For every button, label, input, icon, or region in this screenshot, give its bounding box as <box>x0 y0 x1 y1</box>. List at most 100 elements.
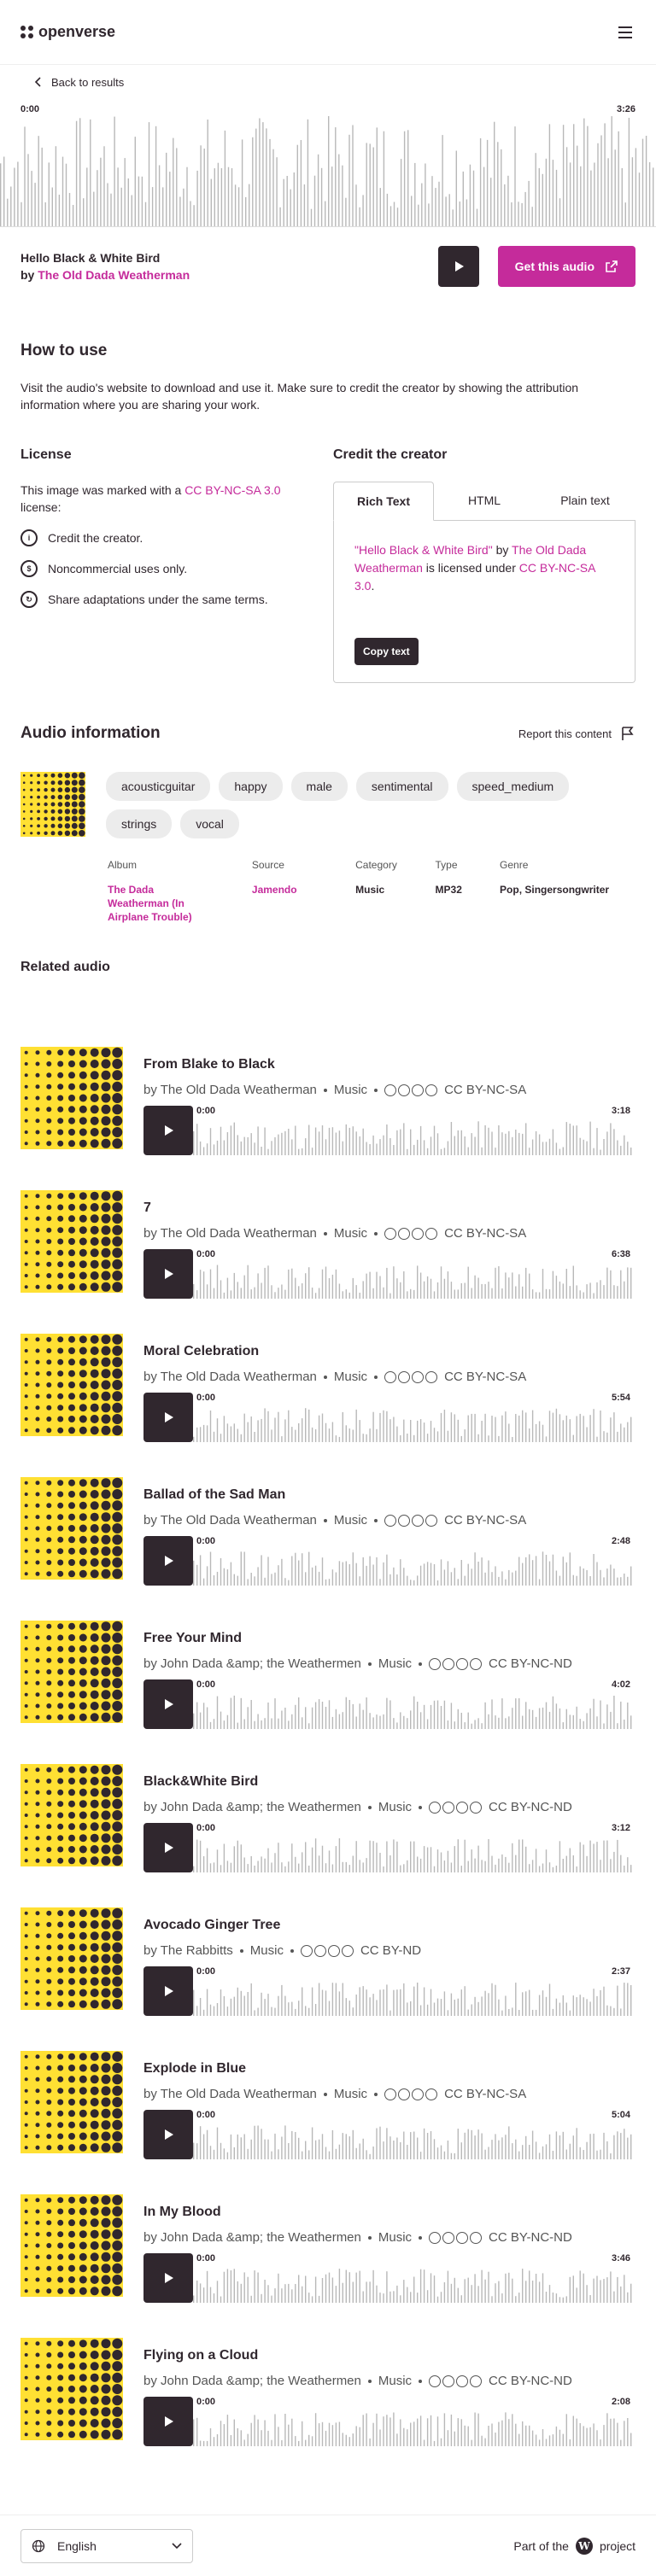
related-title[interactable]: Free Your Mind <box>144 1631 636 1646</box>
thumbnail-dot <box>101 1621 111 1632</box>
openverse-logo[interactable]: openverse <box>20 23 115 41</box>
play-button[interactable] <box>144 1536 193 1586</box>
related-title[interactable]: In My Blood <box>144 2205 636 2220</box>
tag-chip[interactable]: male <box>290 772 348 801</box>
play-button[interactable] <box>144 1823 193 1872</box>
play-button[interactable] <box>144 2397 193 2446</box>
related-audio-item[interactable]: In My Blood by John Dada &amp; the Weathe… <box>0 2194 656 2303</box>
play-button[interactable] <box>144 2110 193 2159</box>
related-title[interactable]: Ballad of the Sad Man <box>144 1487 636 1503</box>
tag-chip[interactable]: vocal <box>180 809 239 838</box>
play-button[interactable] <box>144 2253 193 2303</box>
thumbnail-dot <box>112 2206 123 2217</box>
tab-html[interactable]: HTML <box>434 482 535 520</box>
meta-value[interactable]: The Dada Weatherman (In Airplane Trouble… <box>108 883 210 924</box>
tag-chip[interactable]: speed_medium <box>456 772 570 801</box>
play-button[interactable] <box>144 1393 193 1442</box>
attribution-title-link[interactable]: Hello Black & White Bird <box>359 543 489 557</box>
thumbnail-dot <box>57 1249 64 1256</box>
waveform-bar <box>291 2001 293 2016</box>
related-audio-heading: Related audio <box>20 960 110 974</box>
waveform-bar <box>579 1719 581 1729</box>
related-waveform[interactable]: 0:00 3:18 <box>193 1106 634 1155</box>
related-waveform[interactable]: 0:00 5:04 <box>193 2110 634 2159</box>
waveform-bar <box>376 2000 378 2016</box>
license-link[interactable]: CC BY-NC-SA 3.0 <box>184 483 280 497</box>
related-waveform[interactable]: 0:00 4:02 <box>193 1679 634 1729</box>
waveform-bar <box>214 168 215 226</box>
play-button[interactable] <box>144 1966 193 2016</box>
related-title[interactable]: Explode in Blue <box>144 2061 636 2077</box>
tag-chip[interactable]: sentimental <box>355 772 448 801</box>
waveform-bar <box>552 1270 554 1299</box>
related-audio-item[interactable]: 7 by The Old Dada Weatherman Music CC BY-NC… <box>0 1190 656 1299</box>
get-this-audio-button[interactable]: Get this audio <box>497 246 636 287</box>
waveform-bar <box>617 2422 618 2446</box>
related-title[interactable]: 7 <box>144 1200 636 1216</box>
related-audio-item[interactable]: Avocado Ginger Tree by The Rabbitts Music C… <box>0 1907 656 2016</box>
copy-text-button[interactable]: Copy text <box>354 638 419 665</box>
tab-rich-text[interactable]: Rich Text <box>333 482 434 521</box>
related-waveform[interactable]: 0:00 6:38 <box>193 1249 634 1299</box>
hamburger-icon[interactable] <box>615 22 636 43</box>
language-select[interactable]: English <box>20 2528 193 2563</box>
thumbnail-dot <box>79 2430 87 2439</box>
thumbnail-dot <box>57 1559 64 1566</box>
thumbnail-dot <box>57 1106 64 1113</box>
thumbnail-dot <box>79 2087 87 2095</box>
related-waveform[interactable]: 0:00 2:37 <box>193 1966 634 2016</box>
waveform-bar <box>284 1708 286 1729</box>
thumbnail-dot <box>79 1282 87 1291</box>
related-title[interactable]: Black&White Bird <box>144 1774 636 1790</box>
tag-chip[interactable]: happy <box>219 772 283 801</box>
thumbnail-dot <box>35 1107 40 1112</box>
play-button[interactable] <box>144 1106 193 1155</box>
thumbnail-dot <box>79 2218 87 2227</box>
wordpress-icon[interactable]: W <box>575 2537 593 2555</box>
creator-link[interactable]: The Old Dada Weatherman <box>38 268 190 282</box>
related-title[interactable]: Moral Celebration <box>144 1344 636 1359</box>
related-waveform[interactable]: 0:00 2:48 <box>193 1536 634 1586</box>
thumbnail-dot <box>79 772 85 779</box>
play-button[interactable] <box>437 246 479 287</box>
related-audio-item[interactable]: Explode in Blue by The Old Dada Weatherma… <box>0 2051 656 2159</box>
related-title[interactable]: From Blake to Black <box>144 1057 636 1072</box>
related-waveform[interactable]: 0:00 3:46 <box>193 2253 634 2303</box>
waveform-bar <box>457 1130 459 1155</box>
thumbnail-dot <box>68 1416 75 1422</box>
related-title[interactable]: Avocado Ginger Tree <box>144 1918 636 1933</box>
thumbnail-dot <box>24 2433 28 2437</box>
related-waveform[interactable]: 0:00 2:08 <box>193 2397 634 2446</box>
related-audio-item[interactable]: Moral Celebration by The Old Dada Weather… <box>0 1334 656 1442</box>
thumbnail-dot <box>35 1393 40 1399</box>
waveform-bar <box>606 2413 608 2446</box>
waveform-bar <box>383 2416 384 2446</box>
meta-value[interactable]: Jamendo <box>252 883 355 897</box>
thumbnail-dot <box>79 2053 87 2061</box>
related-audio-item[interactable]: Free Your Mind by John Dada &amp; the Wea… <box>0 1621 656 1729</box>
waveform-bar <box>314 1429 317 1442</box>
tag-chip[interactable]: acousticguitar <box>106 772 211 801</box>
thumbnail-dot <box>57 1668 64 1675</box>
play-button[interactable] <box>144 1679 193 1729</box>
waveform-bar <box>620 1270 622 1299</box>
waveform-bar <box>417 1575 419 1586</box>
related-audio-item[interactable]: Black&White Bird by John Dada &amp; the W… <box>0 1764 656 1872</box>
tag-chip[interactable]: strings <box>106 809 173 838</box>
related-audio-item[interactable]: Ballad of the Sad Man by The Old Dada Wea… <box>0 1477 656 1586</box>
main-waveform[interactable]: 0:00 3:26 <box>0 99 656 227</box>
thumbnail-dot <box>46 1714 52 1720</box>
related-title[interactable]: Flying on a Cloud <box>144 2348 636 2363</box>
separator-dot <box>374 1518 378 1522</box>
waveform-bar <box>393 1145 395 1155</box>
related-waveform[interactable]: 0:00 5:54 <box>193 1393 634 1442</box>
waveform-bar <box>433 1291 436 1299</box>
tab-plain-text[interactable]: Plain text <box>535 482 636 520</box>
report-content-button[interactable]: Report this content <box>518 726 636 741</box>
related-audio-item[interactable]: From Blake to Black by The Old Dada Weath… <box>0 1047 656 1155</box>
waveform-bar <box>428 203 430 226</box>
back-to-results-link[interactable]: Back to results <box>0 65 656 99</box>
play-button[interactable] <box>144 1249 193 1299</box>
related-waveform[interactable]: 0:00 3:12 <box>193 1823 634 1872</box>
related-audio-item[interactable]: Flying on a Cloud by John Dada &amp; the … <box>0 2338 656 2446</box>
